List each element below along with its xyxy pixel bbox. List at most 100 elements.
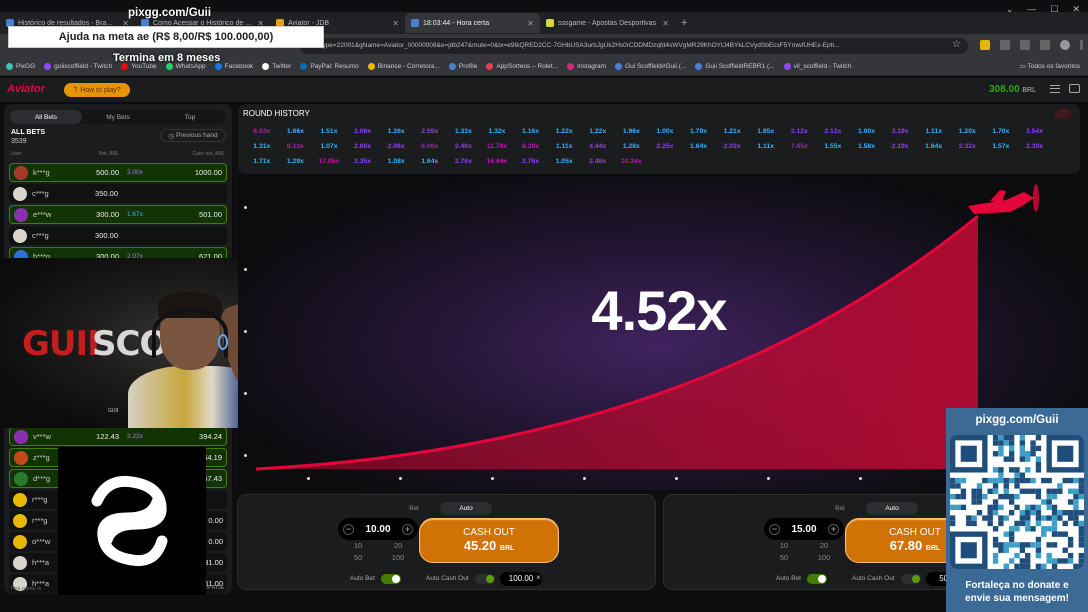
new-tab-icon[interactable]: + (681, 17, 687, 29)
plus-icon[interactable]: + (402, 523, 413, 535)
quick-stake-button[interactable]: 50 (338, 553, 378, 562)
history-multiplier[interactable]: 8.20x (514, 141, 548, 152)
close-icon[interactable]: ✕ (1072, 4, 1080, 15)
extension-icon[interactable] (980, 40, 990, 50)
history-multiplier[interactable]: 1.71x (245, 156, 279, 167)
menu-icon[interactable] (1050, 85, 1060, 93)
auto-cash-out-toggle[interactable] (475, 574, 495, 584)
history-multiplier[interactable]: 1.64x (917, 141, 951, 152)
bookmark-item[interactable]: Twitter (262, 63, 291, 70)
quick-stake-button[interactable]: 10 (764, 541, 804, 550)
history-multiplier[interactable]: 10.34x (615, 156, 649, 167)
history-multiplier[interactable]: 2.32x (950, 141, 984, 152)
bookmark-item[interactable]: Profile (448, 63, 477, 70)
browser-tab[interactable]: sssgame - Apostas Desportivas ✕ (540, 13, 675, 33)
history-multiplier[interactable]: 2.40x (447, 141, 481, 152)
previous-hand-button[interactable]: ◷ Previous hand (160, 129, 226, 142)
tab-bet[interactable]: Bet (388, 502, 440, 515)
history-multiplier[interactable]: 2.66x (346, 141, 380, 152)
quick-stake-button[interactable]: 100 (804, 553, 844, 562)
history-multiplier[interactable]: 1.66x (279, 126, 313, 137)
history-multiplier[interactable]: 1.00x (648, 126, 682, 137)
history-multiplier[interactable]: 1.55x (816, 141, 850, 152)
minus-icon[interactable]: − (769, 523, 780, 535)
history-multiplier[interactable]: 11.76x (480, 141, 514, 152)
bookmark-item[interactable]: Facebook (214, 63, 253, 70)
tab-bet[interactable]: Bet (814, 502, 866, 515)
quick-stake-button[interactable]: 50 (764, 553, 804, 562)
history-multiplier[interactable]: 1.58x (850, 141, 884, 152)
cash-out-button[interactable]: CASH OUT 45.20 BRL (419, 518, 559, 563)
download-icon[interactable] (1040, 40, 1050, 50)
history-multiplier[interactable]: 3.19x (883, 126, 917, 137)
history-multiplier[interactable]: 1.05x (547, 156, 581, 167)
stake-input[interactable]: − 10.00 + (338, 518, 418, 540)
history-multiplier[interactable]: 3.54x (1018, 126, 1052, 137)
history-multiplier[interactable]: 1.07x (312, 141, 346, 152)
kebab-menu-icon[interactable] (1080, 40, 1083, 50)
history-multiplier[interactable]: 1.22x (547, 126, 581, 137)
history-multiplier[interactable]: 1.33x (447, 126, 481, 137)
history-multiplier[interactable]: 1.08x (379, 156, 413, 167)
puzzle-icon[interactable] (1000, 40, 1010, 50)
history-multiplier[interactable]: 1.26x (379, 126, 413, 137)
history-multiplier[interactable]: 6.66x (413, 141, 447, 152)
tab-auto[interactable]: Auto (440, 502, 492, 515)
history-multiplier[interactable]: 6.03x (245, 126, 279, 137)
history-multiplier[interactable]: 1.28x (615, 141, 649, 152)
chat-icon[interactable] (1069, 84, 1080, 93)
quick-stake-button[interactable]: 20 (378, 541, 418, 550)
history-multiplier[interactable]: 2.35x (346, 156, 380, 167)
auto-bet-toggle[interactable] (381, 574, 401, 584)
bookmark-item[interactable]: Binance - Corretora... (367, 63, 440, 70)
history-multiplier[interactable]: 3.12x (783, 126, 817, 137)
tab-auto[interactable]: Auto (866, 502, 918, 515)
history-multiplier[interactable]: 1.00x (850, 126, 884, 137)
bookmark-star-icon[interactable]: ☆ (952, 39, 961, 50)
bookmark-item[interactable]: guiiscoffield - Twitch (44, 63, 112, 70)
close-tab-icon[interactable]: ✕ (392, 19, 399, 28)
history-multiplier[interactable]: 1.21x (715, 126, 749, 137)
history-multiplier[interactable]: 1.32x (480, 126, 514, 137)
history-multiplier[interactable]: 2.12x (816, 126, 850, 137)
bookmark-item[interactable]: YouTube (121, 63, 157, 70)
chevron-down-icon[interactable]: ⌄ (1006, 4, 1014, 15)
history-multiplier[interactable]: 16.64x (480, 156, 514, 167)
sidepanel-icon[interactable] (1020, 40, 1030, 50)
tab-my-bets[interactable]: My Bets (82, 110, 154, 124)
history-multiplier[interactable]: 1.57x (984, 141, 1018, 152)
bookmark-item[interactable]: Gui Scoffield#Guii (... (615, 63, 686, 70)
history-multiplier[interactable]: 1.11x (749, 141, 783, 152)
history-multiplier[interactable]: 2.76x (447, 156, 481, 167)
history-multiplier[interactable]: 1.79x (682, 126, 716, 137)
history-multiplier[interactable]: 2.76x (514, 156, 548, 167)
history-multiplier[interactable]: 2.03x (715, 141, 749, 152)
history-multiplier[interactable]: 4.44x (581, 141, 615, 152)
history-multiplier[interactable]: 1.64x (682, 141, 716, 152)
history-multiplier[interactable]: 2.06x (346, 126, 380, 137)
bookmark-item[interactable]: PixGG (6, 63, 35, 70)
all-bookmarks[interactable]: ▭ Todos os favoritos (1020, 62, 1080, 70)
how-to-play-button[interactable]: ? How to play? (64, 83, 130, 97)
history-multiplier[interactable]: 1.70x (984, 126, 1018, 137)
bookmark-item[interactable]: Instagram (567, 63, 606, 70)
history-multiplier[interactable]: 2.48x (581, 156, 615, 167)
plus-icon[interactable]: + (828, 523, 839, 535)
history-multiplier[interactable]: 1.20x (950, 126, 984, 137)
history-multiplier[interactable]: 2.59x (413, 126, 447, 137)
profile-icon[interactable] (1060, 40, 1070, 50)
minus-icon[interactable]: − (343, 523, 354, 535)
minimize-icon[interactable]: — (1027, 4, 1036, 15)
history-multiplier[interactable]: 1.16x (514, 126, 548, 137)
bookmark-item[interactable]: Guii ScoffieldREBR1 (... (695, 63, 775, 70)
history-multiplier[interactable]: 1.22x (581, 126, 615, 137)
history-multiplier[interactable]: 1.64x (413, 156, 447, 167)
quick-stake-button[interactable]: 20 (804, 541, 844, 550)
quick-stake-button[interactable]: 10 (338, 541, 378, 550)
url-field[interactable]: ...mType=22001&gName=Aviator_00000008&e=… (300, 38, 968, 54)
stake-input[interactable]: − 15.00 + (764, 518, 844, 540)
bookmark-item[interactable]: PayPal: Resumo (300, 63, 359, 70)
history-multiplier[interactable]: 1.31x (245, 141, 279, 152)
tab-all-bets[interactable]: All Bets (10, 110, 82, 124)
history-multiplier[interactable]: 2.39x (1018, 141, 1052, 152)
